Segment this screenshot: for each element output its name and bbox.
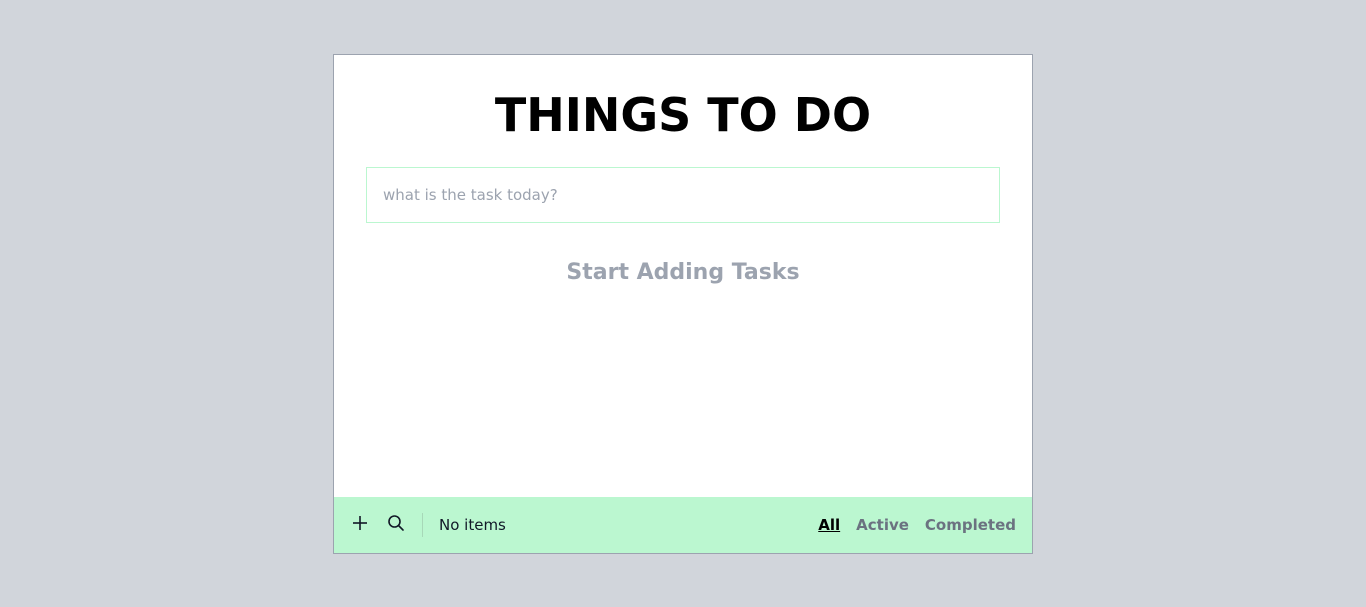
search-button[interactable] (378, 507, 414, 543)
search-icon (387, 514, 405, 536)
footer-divider (422, 513, 423, 537)
plus-icon (351, 514, 369, 536)
empty-state-message: Start Adding Tasks (566, 260, 800, 285)
task-input[interactable] (366, 167, 1000, 223)
add-button[interactable] (342, 507, 378, 543)
filter-completed[interactable]: Completed (925, 516, 1016, 534)
filter-group: All Active Completed (818, 516, 1016, 534)
todo-card: THINGS TO DO Start Adding Tasks No items (333, 54, 1033, 554)
footer-bar: No items All Active Completed (334, 497, 1032, 553)
items-count: No items (439, 516, 506, 534)
filter-all[interactable]: All (818, 516, 840, 534)
page-title: THINGS TO DO (494, 88, 872, 142)
filter-active[interactable]: Active (856, 516, 909, 534)
